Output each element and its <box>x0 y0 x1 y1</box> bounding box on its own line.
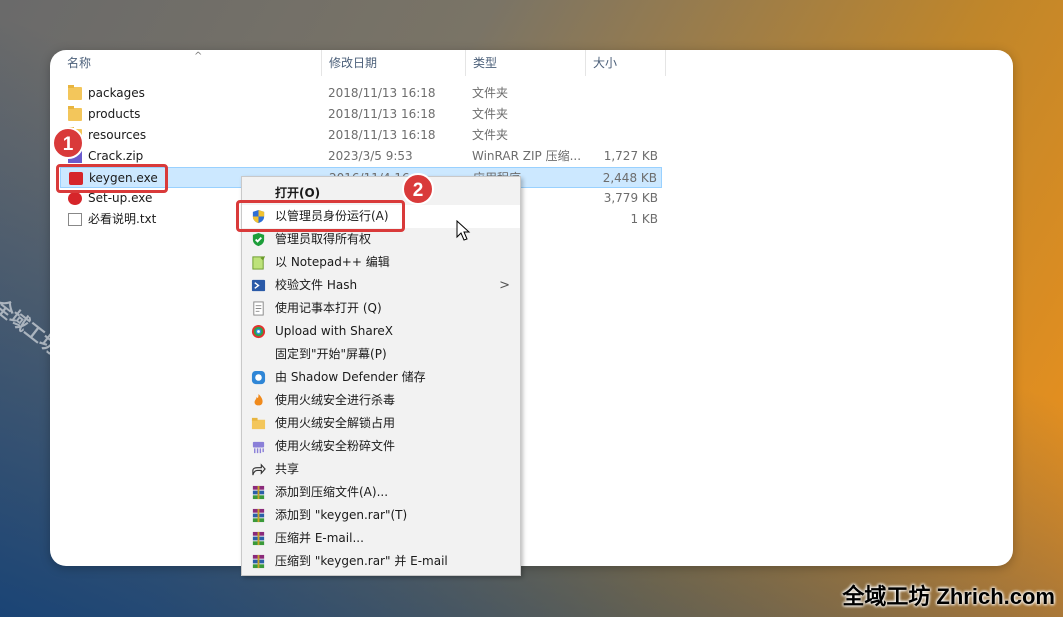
menu-item-shadow-defender[interactable]: 由 Shadow Defender 储存 <box>242 366 520 389</box>
file-type: 文件夹 <box>472 128 509 142</box>
menu-item-file-hash[interactable]: 校验文件 Hash > <box>242 274 520 297</box>
green-shield-icon <box>252 232 265 247</box>
menu-item-label: 使用火绒安全进行杀毒 <box>275 393 396 407</box>
menu-item-label: 添加到压缩文件(A)... <box>275 485 389 499</box>
menu-item-notepadpp[interactable]: 以 Notepad++ 编辑 <box>242 251 520 274</box>
menu-item-huorong-scan[interactable]: 使用火绒安全进行杀毒 <box>242 389 520 412</box>
menu-item-compress-email[interactable]: 压缩并 E-mail... <box>242 527 520 550</box>
folder-icon <box>68 85 82 100</box>
winrar-icon <box>252 531 265 546</box>
sort-ascending-icon: ^ <box>194 51 203 62</box>
highlight-box-run-as-admin <box>236 200 405 232</box>
share-icon <box>252 463 266 476</box>
column-size-label: 大小 <box>593 56 618 70</box>
menu-item-add-to-keygen-rar[interactable]: 添加到 "keygen.rar"(T) <box>242 504 520 527</box>
menu-item-label: 校验文件 Hash <box>275 278 358 292</box>
highlight-box-keygen <box>56 164 168 193</box>
notepad-icon <box>253 301 264 316</box>
menu-item-share[interactable]: 共享 <box>242 458 520 481</box>
menu-item-add-archive[interactable]: 添加到压缩文件(A)... <box>242 481 520 504</box>
file-name: resources <box>88 128 147 142</box>
shredder-icon <box>252 441 265 454</box>
file-date: 2018/11/13 16:18 <box>328 128 436 142</box>
setup-app-icon <box>68 192 82 205</box>
menu-item-label: 使用记事本打开 (Q) <box>275 301 382 315</box>
folder-icon <box>68 106 82 121</box>
sharex-icon <box>251 324 266 339</box>
file-name: packages <box>88 86 145 100</box>
menu-item-sharex[interactable]: Upload with ShareX <box>242 320 520 343</box>
file-row-packages[interactable]: packages 2018/11/13 16:18 文件夹 <box>60 83 662 104</box>
shadow-defender-icon <box>251 370 266 385</box>
column-name-label: 名称 <box>67 56 92 70</box>
submenu-arrow-icon: > <box>499 278 510 293</box>
context-menu: 打开(O) 以管理员身份运行(A) 管理员取得所有权 以 Notepad++ 编… <box>241 176 521 576</box>
menu-item-label: 添加到 "keygen.rar"(T) <box>275 508 408 522</box>
menu-item-label: 固定到"开始"屏幕(P) <box>275 347 387 361</box>
menu-item-label: 以 Notepad++ 编辑 <box>275 255 390 269</box>
column-type-label: 类型 <box>473 56 498 70</box>
step-badge-1: 1 <box>52 127 84 159</box>
menu-item-label: 共享 <box>275 462 300 476</box>
file-date: 2018/11/13 16:18 <box>328 107 436 121</box>
winrar-icon <box>252 485 265 500</box>
file-size: 1,727 KB <box>603 149 658 163</box>
file-size: 1 KB <box>630 212 658 226</box>
step-badge-2: 2 <box>402 173 434 205</box>
huorong-icon <box>254 393 263 406</box>
folder-unlock-icon <box>251 417 266 430</box>
text-file-icon <box>68 213 82 226</box>
file-row-products[interactable]: products 2018/11/13 16:18 文件夹 <box>60 104 662 125</box>
notepadpp-icon <box>252 255 266 270</box>
menu-item-label: Upload with ShareX <box>275 324 393 338</box>
file-size: 2,448 KB <box>602 171 657 185</box>
file-type: WinRAR ZIP 压缩... <box>472 149 582 163</box>
powershell-icon <box>251 279 266 292</box>
file-explorer-window: 名称 ^ 修改日期 类型 大小 packages 2018/11/13 16:1… <box>50 50 1013 566</box>
menu-item-pin-start[interactable]: 固定到"开始"屏幕(P) <box>242 343 520 366</box>
menu-item-huorong-shred[interactable]: 使用火绒安全粉碎文件 <box>242 435 520 458</box>
file-date: 2018/11/13 16:18 <box>328 86 436 100</box>
file-size: 3,779 KB <box>603 191 658 205</box>
column-header-name[interactable]: 名称 ^ <box>60 50 322 76</box>
file-type: 文件夹 <box>472 86 509 100</box>
menu-item-huorong-unlock[interactable]: 使用火绒安全解锁占用 <box>242 412 520 435</box>
column-header-date[interactable]: 修改日期 <box>322 50 466 76</box>
menu-item-label: 使用火绒安全解锁占用 <box>275 416 396 430</box>
file-name: products <box>88 107 141 121</box>
winrar-icon <box>252 508 265 523</box>
column-header-type[interactable]: 类型 <box>466 50 586 76</box>
file-type: 文件夹 <box>472 107 509 121</box>
file-name: 必看说明.txt <box>88 212 157 226</box>
menu-item-label: 由 Shadow Defender 储存 <box>275 370 426 384</box>
column-date-label: 修改日期 <box>329 56 378 70</box>
file-date: 2023/3/5 9:53 <box>328 149 413 163</box>
mouse-cursor-icon <box>456 220 471 241</box>
menu-item-open-notepad[interactable]: 使用记事本打开 (Q) <box>242 297 520 320</box>
menu-item-label: 压缩并 E-mail... <box>275 531 364 545</box>
menu-item-label: 使用火绒安全粉碎文件 <box>275 439 396 453</box>
file-row-resources[interactable]: resources 2018/11/13 16:18 文件夹 <box>60 125 662 146</box>
column-header-size[interactable]: 大小 <box>586 50 666 76</box>
corner-watermark: 全域工坊 Zhrich.com <box>842 584 1055 609</box>
